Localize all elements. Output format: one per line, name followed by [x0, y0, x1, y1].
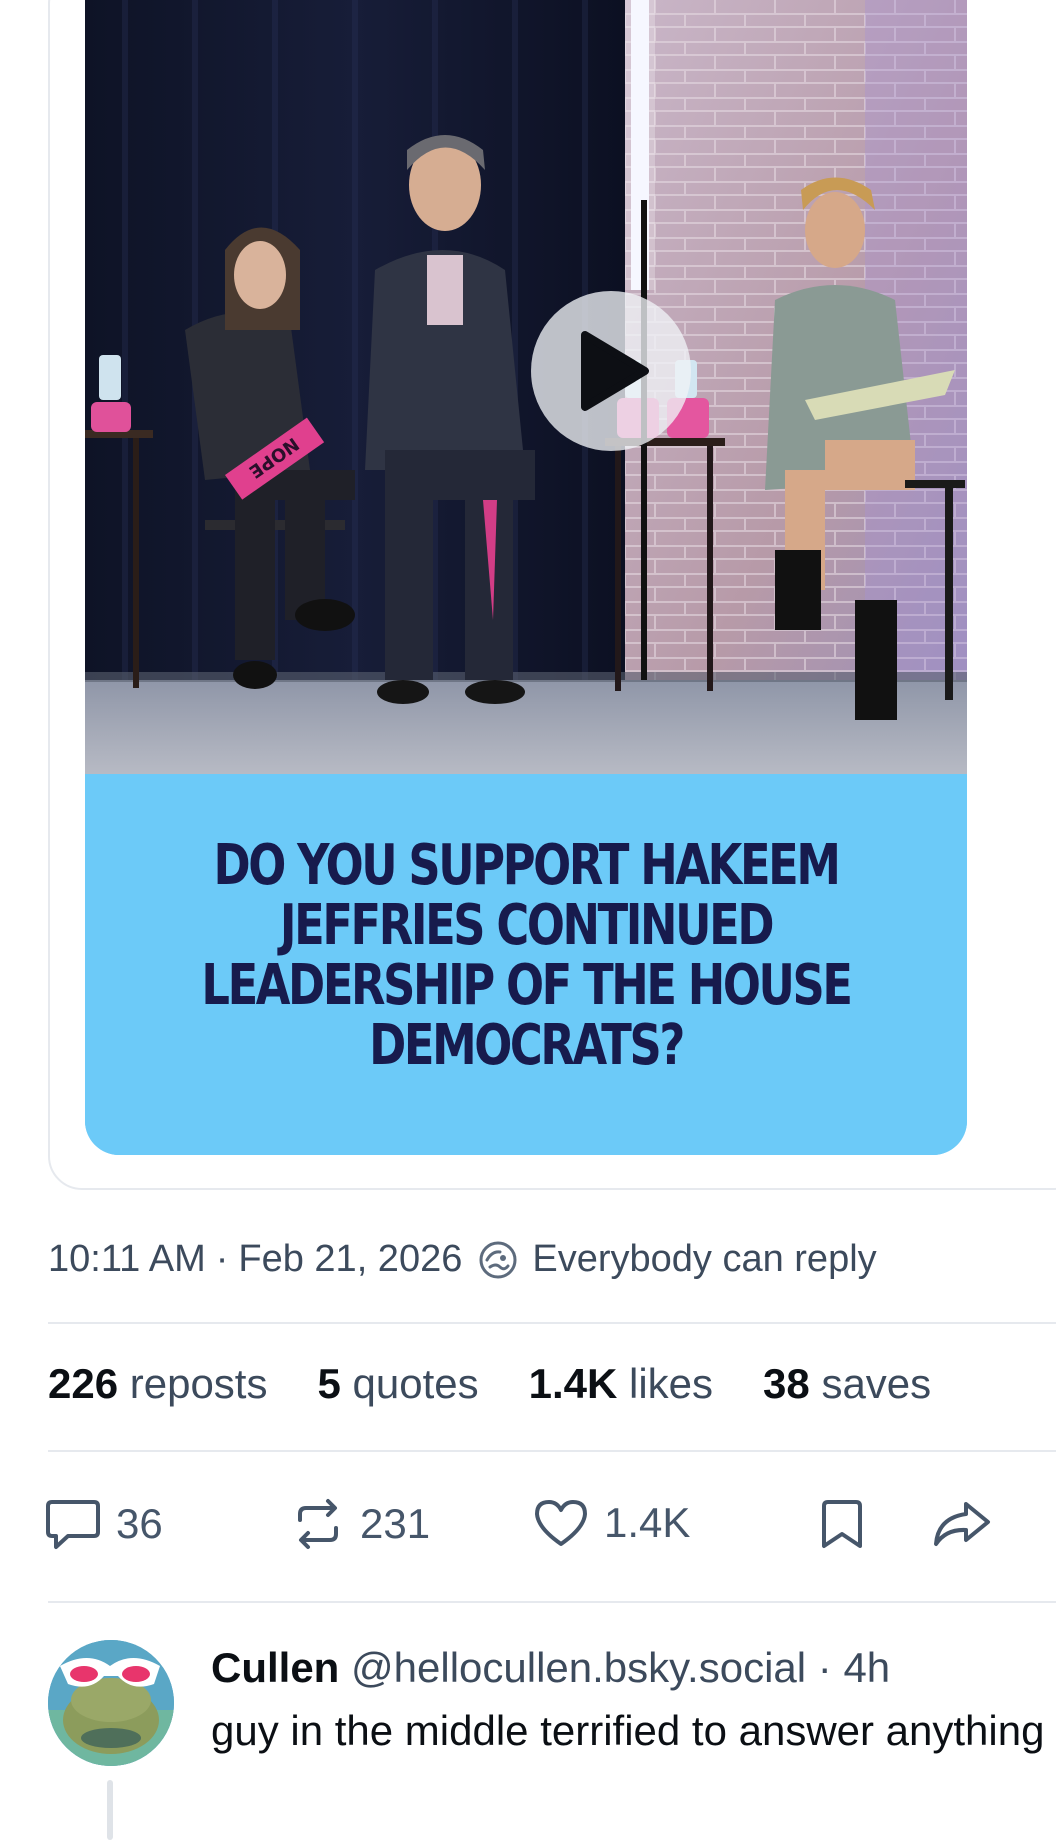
reply-author-handle[interactable]: @hellocullen.bsky.social — [351, 1644, 806, 1691]
post-time: 10:11 AM — [48, 1238, 206, 1280]
video-player[interactable]: NOPE DO YOU SUPPORT HAKEEM JEFFRIES CONT… — [85, 0, 967, 1155]
video-thumbnail: NOPE — [85, 0, 967, 774]
video-caption-panel: DO YOU SUPPORT HAKEEM JEFFRIES CONTINUED… — [85, 774, 967, 1155]
likes-label: likes — [629, 1360, 714, 1407]
reply-time[interactable]: 4h — [843, 1644, 890, 1691]
bookmark-icon — [822, 1500, 862, 1548]
reply-count: 36 — [116, 1500, 163, 1547]
bookmark-button[interactable] — [818, 1496, 866, 1552]
quotes-label: quotes — [352, 1360, 479, 1407]
video-caption-text: DO YOU SUPPORT HAKEEM JEFFRIES CONTINUED… — [201, 832, 853, 1078]
reply-settings-icon — [478, 1240, 518, 1280]
comment-icon — [46, 1500, 100, 1549]
play-button[interactable] — [531, 291, 691, 451]
likes-stat[interactable]: 1.4K likes — [529, 1360, 713, 1408]
avatar[interactable] — [48, 1640, 174, 1766]
reply-author-name[interactable]: Cullen — [211, 1644, 339, 1691]
divider — [48, 1450, 1056, 1452]
post-action-bar: 36 231 1.4K — [44, 1496, 1056, 1556]
reposts-stat[interactable]: 226 reposts — [48, 1360, 267, 1408]
reply-body: Cullen @hellocullen.bsky.social · 4h guy… — [211, 1640, 1056, 1760]
reposts-label: reposts — [129, 1360, 268, 1407]
reply-header: Cullen @hellocullen.bsky.social · 4h — [211, 1640, 1056, 1696]
reply-separator: · — [817, 1644, 832, 1691]
saves-label: saves — [821, 1360, 932, 1407]
share-button[interactable] — [930, 1496, 994, 1552]
post-meta: 10:11 AM · Feb 21, 2026 Everybody can re… — [48, 1238, 877, 1281]
repost-button[interactable]: 231 — [290, 1496, 430, 1552]
repost-count: 231 — [360, 1500, 431, 1547]
saves-stat[interactable]: 38 saves — [763, 1360, 931, 1408]
quotes-count: 5 — [317, 1360, 341, 1407]
share-arrow-icon — [934, 1502, 990, 1546]
likes-count: 1.4K — [528, 1360, 618, 1407]
divider — [48, 1322, 1056, 1324]
post-date[interactable]: Feb 21, 2026 — [238, 1238, 462, 1281]
like-count: 1.4K — [604, 1499, 691, 1546]
reply-button[interactable]: 36 — [44, 1496, 163, 1552]
post-stats: 226 reposts 5 quotes 1.4K likes 38 saves — [48, 1360, 931, 1408]
reposts-count: 226 — [48, 1360, 119, 1407]
heart-icon — [535, 1500, 587, 1546]
like-button[interactable]: 1.4K — [532, 1496, 690, 1550]
repost-icon — [298, 1499, 338, 1549]
meta-separator: · — [215, 1238, 229, 1280]
saves-count: 38 — [763, 1360, 810, 1407]
thread-line — [107, 1780, 113, 1840]
play-icon — [581, 331, 649, 411]
reply-text: guy in the middle terrified to answer an… — [211, 1707, 1045, 1754]
divider — [48, 1601, 1056, 1603]
quotes-stat[interactable]: 5 quotes — [317, 1360, 478, 1408]
reply-setting-label[interactable]: Everybody can reply — [532, 1238, 876, 1281]
